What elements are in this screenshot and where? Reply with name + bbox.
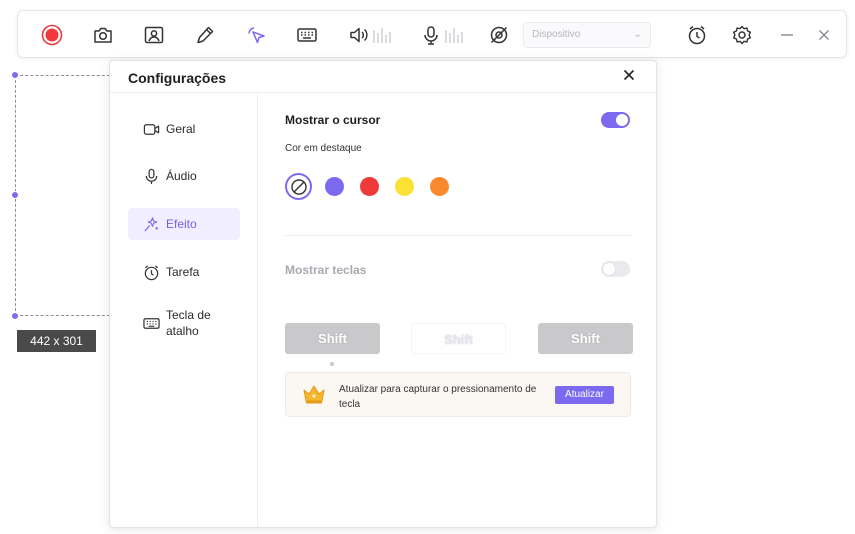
resize-handle-left[interactable] — [11, 191, 19, 199]
microphone-icon — [424, 26, 438, 45]
no-color-icon — [290, 178, 307, 195]
microphone-button[interactable] — [418, 23, 466, 47]
capture-size-label: 442 x 301 — [17, 330, 96, 352]
sidebar-item-geral[interactable]: Geral — [128, 113, 240, 145]
upgrade-button[interactable]: Atualizar — [555, 386, 614, 404]
show-keys-toggle[interactable] — [601, 261, 630, 277]
show-cursor-toggle[interactable] — [601, 112, 630, 128]
section-divider — [285, 235, 632, 236]
color-swatch-orange[interactable] — [430, 177, 449, 196]
minimize-button[interactable] — [775, 23, 799, 47]
sidebar-item-label: Tarefa — [166, 265, 200, 279]
sidebar-item-label: Efeito — [166, 217, 197, 231]
device-select-value: Dispositivo — [532, 29, 581, 40]
show-cursor-title: Mostrar o cursor — [285, 113, 381, 127]
keystroke-button[interactable] — [295, 23, 319, 47]
close-icon — [819, 30, 829, 40]
highlight-color-label: Cor em destaque — [285, 143, 362, 154]
chevron-down-icon: ⌄ — [633, 29, 642, 40]
audio-level-icon — [373, 28, 391, 43]
mic-level-icon — [445, 28, 463, 43]
keyboard-icon — [297, 28, 317, 42]
system-audio-button[interactable] — [346, 23, 394, 47]
show-keys-title: Mostrar teclas — [285, 263, 367, 277]
settings-icon — [733, 25, 751, 45]
sidebar-item-label: Geral — [166, 122, 196, 136]
effect-icon — [143, 216, 158, 232]
effect-icon — [490, 26, 508, 44]
camera-icon — [143, 123, 159, 135]
resize-handle-top-left[interactable] — [11, 71, 19, 79]
sidebar-item-label: Tecla de atalho — [166, 308, 211, 338]
color-swatch-yellow[interactable] — [395, 177, 414, 196]
screenshot-button[interactable] — [91, 23, 115, 47]
key-style-preview-1[interactable]: Shift — [285, 323, 380, 354]
upgrade-banner: Atualizar para capturar o pressionamento… — [285, 372, 631, 417]
sidebar-item-tarefa[interactable]: Tarefa — [128, 256, 240, 288]
color-swatch-none[interactable] — [285, 173, 312, 200]
record-button[interactable] — [40, 23, 64, 47]
capture-region[interactable] — [15, 75, 115, 316]
color-swatch-red[interactable] — [360, 177, 379, 196]
pen-icon — [197, 26, 214, 44]
alarm-icon — [144, 264, 158, 280]
keyboard-icon — [142, 317, 160, 329]
timer-icon — [688, 25, 706, 45]
sidebar-item-efeito[interactable]: Efeito — [128, 208, 240, 240]
settings-content: Mostrar o cursor Cor em destaque Mostrar… — [259, 93, 656, 527]
settings-button[interactable] — [730, 23, 754, 47]
speaker-icon — [350, 27, 368, 43]
camera-icon — [94, 27, 112, 43]
upgrade-message: Atualizar para capturar o pressionamento… — [339, 384, 537, 410]
dialog-header: Configurações — [110, 61, 656, 93]
annotate-button[interactable] — [193, 23, 217, 47]
color-swatch-purple[interactable] — [325, 177, 344, 196]
webcam-button[interactable] — [142, 23, 166, 47]
webcam-icon — [144, 26, 164, 44]
sidebar-item-audio[interactable]: Áudio — [128, 160, 240, 192]
selected-key-style-indicator — [330, 362, 334, 366]
crown-icon — [303, 385, 325, 404]
microphone-icon — [145, 168, 157, 184]
close-toolbar-button[interactable] — [812, 23, 836, 47]
dialog-title: Configurações — [128, 70, 227, 86]
resize-handle-bottom-left[interactable] — [11, 312, 19, 320]
cursor-icon — [248, 27, 265, 44]
dialog-close-icon[interactable] — [622, 68, 636, 82]
cursor-effect-button[interactable] — [244, 23, 268, 47]
minimize-icon — [781, 34, 793, 36]
device-select[interactable]: Dispositivo ⌄ — [523, 22, 651, 48]
key-style-preview-3[interactable]: Shift — [538, 323, 633, 354]
settings-sidebar: Geral Áudio Efeito Tarefa Tecla de atalh… — [110, 93, 258, 527]
record-icon — [41, 24, 63, 46]
sidebar-item-label: Áudio — [166, 169, 197, 183]
effects-button[interactable] — [487, 23, 511, 47]
key-style-preview-2[interactable]: Shift — [411, 323, 506, 354]
sidebar-item-tecla-de-atalho[interactable]: Tecla de atalho — [128, 303, 240, 343]
recording-toolbar: Dispositivo ⌄ — [17, 10, 847, 58]
schedule-button[interactable] — [685, 23, 709, 47]
settings-dialog: Configurações Geral Áudio Efeito Tarefa … — [109, 60, 657, 528]
